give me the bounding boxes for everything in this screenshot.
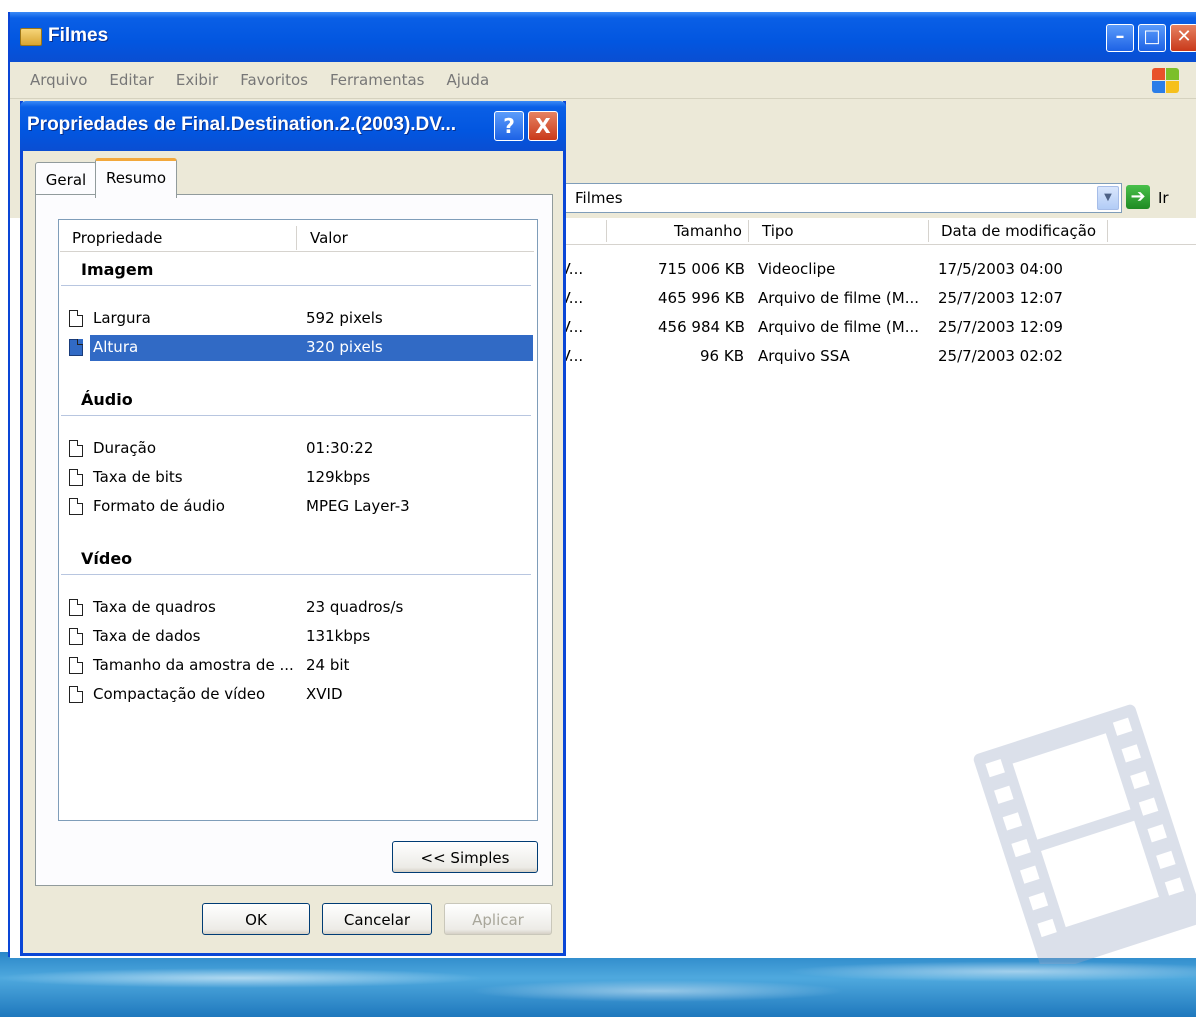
- go-button[interactable]: ➔: [1126, 185, 1150, 209]
- menu-ferramentas[interactable]: Ferramentas: [330, 71, 425, 89]
- explorer-titlebar[interactable]: Filmes – □ ✕: [10, 12, 1196, 62]
- property-row[interactable]: Taxa de dados 131kbps: [63, 624, 533, 650]
- document-icon: [69, 657, 83, 674]
- film-strip-watermark-icon: [973, 704, 1196, 964]
- document-icon: [69, 469, 83, 486]
- group-divider: [61, 415, 531, 416]
- column-data[interactable]: Data de modificação: [941, 222, 1096, 240]
- menu-arquivo[interactable]: Arquivo: [30, 71, 87, 89]
- maximize-icon: □: [1143, 26, 1161, 47]
- properties-dialog: Propriedades de Final.Destination.2.(200…: [20, 101, 566, 956]
- address-dropdown-button[interactable]: ▼: [1097, 186, 1119, 210]
- address-text: Filmes: [575, 189, 623, 207]
- property-row[interactable]: Tamanho da amostra de ... 24 bit: [63, 653, 533, 679]
- folder-icon: [20, 28, 42, 46]
- column-tipo[interactable]: Tipo: [762, 222, 794, 240]
- column-propriedade[interactable]: Propriedade: [72, 229, 162, 247]
- document-icon: [69, 599, 83, 616]
- document-icon: [69, 310, 83, 327]
- apply-button[interactable]: Aplicar: [444, 903, 552, 935]
- maximize-button[interactable]: □: [1138, 24, 1166, 52]
- group-audio: Áudio: [81, 390, 133, 409]
- menu-bar: Arquivo Editar Exibir Favoritos Ferramen…: [10, 62, 1196, 99]
- file-row[interactable]: CV... 456 984 KB Arquivo de filme (M... …: [550, 314, 1196, 343]
- dialog-title: Propriedades de Final.Destination.2.(200…: [27, 114, 457, 135]
- property-list[interactable]: Propriedade Valor Imagem Largura 592 pix…: [58, 219, 538, 821]
- file-row[interactable]: CV... 465 996 KB Arquivo de filme (M... …: [550, 285, 1196, 314]
- dialog-titlebar[interactable]: Propriedades de Final.Destination.2.(200…: [20, 101, 566, 151]
- column-tamanho[interactable]: Tamanho: [674, 222, 742, 240]
- menu-ajuda[interactable]: Ajuda: [447, 71, 490, 89]
- property-row[interactable]: Taxa de quadros 23 quadros/s: [63, 595, 533, 621]
- ok-button[interactable]: OK: [202, 903, 310, 935]
- file-row[interactable]: CV... 96 KB Arquivo SSA 25/7/2003 02:02: [550, 343, 1196, 372]
- windows-logo-icon: [1150, 66, 1180, 94]
- property-row-selected[interactable]: Altura 320 pixels: [63, 335, 533, 361]
- property-row[interactable]: Duração 01:30:22: [63, 436, 533, 462]
- cancel-button[interactable]: Cancelar: [322, 903, 432, 935]
- group-divider: [61, 574, 531, 575]
- tab-resumo[interactable]: Resumo: [95, 158, 177, 198]
- property-row[interactable]: Largura 592 pixels: [63, 306, 533, 332]
- tab-geral[interactable]: Geral: [35, 162, 97, 197]
- minimize-icon: –: [1115, 26, 1125, 47]
- property-row[interactable]: Formato de áudio MPEG Layer-3: [63, 494, 533, 520]
- go-label[interactable]: Ir: [1158, 189, 1169, 207]
- group-divider: [61, 285, 531, 286]
- property-row[interactable]: Compactação de vídeo XVID: [63, 682, 533, 708]
- group-imagem: Imagem: [81, 260, 154, 279]
- document-icon: [69, 686, 83, 703]
- property-row[interactable]: Taxa de bits 129kbps: [63, 465, 533, 491]
- close-button[interactable]: ✕: [1170, 24, 1196, 52]
- arrow-right-icon: ➔: [1130, 186, 1146, 207]
- help-icon: ?: [503, 114, 515, 138]
- close-icon: X: [535, 114, 551, 138]
- document-icon: [69, 440, 83, 457]
- document-icon: [69, 628, 83, 645]
- dialog-close-button[interactable]: X: [528, 111, 558, 141]
- help-button[interactable]: ?: [494, 111, 524, 141]
- minimize-button[interactable]: –: [1106, 24, 1134, 52]
- simples-button[interactable]: << Simples: [392, 841, 538, 873]
- group-video: Vídeo: [81, 549, 133, 568]
- explorer-title: Filmes: [48, 25, 109, 46]
- chevron-down-icon: ▼: [1104, 192, 1112, 203]
- document-icon: [69, 498, 83, 515]
- resumo-panel: Propriedade Valor Imagem Largura 592 pix…: [35, 194, 553, 886]
- list-header: Tamanho Tipo Data de modificação: [550, 218, 1196, 245]
- menu-favoritos[interactable]: Favoritos: [240, 71, 308, 89]
- column-valor[interactable]: Valor: [310, 229, 348, 247]
- menu-editar[interactable]: Editar: [109, 71, 153, 89]
- property-list-header: Propriedade Valor: [60, 223, 534, 252]
- close-icon: ✕: [1176, 26, 1192, 47]
- document-icon: [69, 339, 83, 356]
- menu-exibir[interactable]: Exibir: [176, 71, 218, 89]
- address-input[interactable]: Filmes ▼: [550, 183, 1122, 213]
- file-row[interactable]: CV... 715 006 KB Videoclipe 17/5/2003 04…: [550, 256, 1196, 285]
